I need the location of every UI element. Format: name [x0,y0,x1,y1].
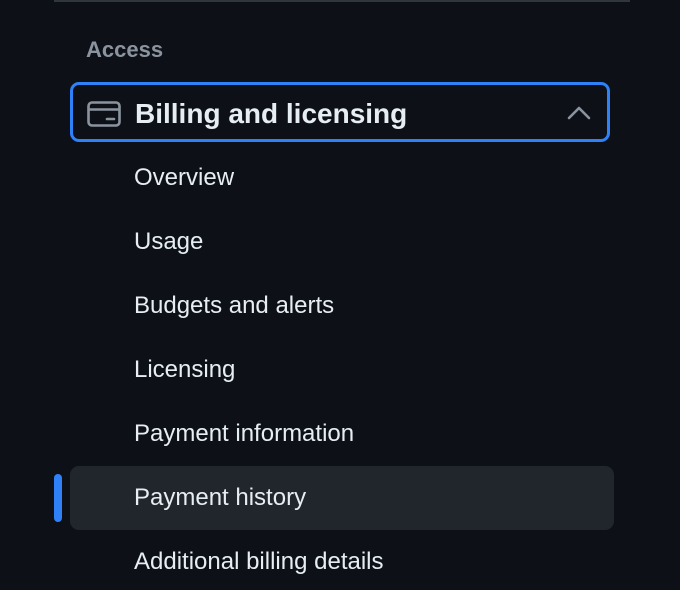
nav-item-licensing[interactable]: Licensing [70,338,614,402]
nav-item-label: Additional billing details [134,548,384,575]
nav-item-usage[interactable]: Usage [70,210,614,274]
billing-and-licensing-group-toggle[interactable]: Billing and licensing [70,82,610,142]
nav-item-label: Licensing [134,356,236,383]
group-title: Billing and licensing [135,98,408,129]
nav-item-payment-history[interactable]: Payment history [54,466,614,530]
nav-item-budgets-and-alerts[interactable]: Budgets and alerts [70,274,614,338]
nav-item-label: Usage [134,228,204,255]
section-heading: Access [86,37,164,62]
nav-item-overview[interactable]: Overview [70,146,614,210]
sidebar-nav: Access Billing and licensing Overview Us… [0,0,680,590]
nav-item-label: Payment information [134,420,355,447]
nav-item-label: Overview [134,164,235,191]
nav-item-payment-information[interactable]: Payment information [70,402,614,466]
divider [54,0,630,2]
nav-item-additional-billing-details[interactable]: Additional billing details [70,530,614,590]
chevron-up-icon[interactable] [567,103,591,123]
nav-item-label: Payment history [134,484,307,511]
billing-sub-menu: Overview Usage Budgets and alerts Licens… [54,146,614,590]
nav-item-label: Budgets and alerts [134,292,335,319]
credit-card-icon [87,101,121,127]
active-indicator [54,474,62,522]
